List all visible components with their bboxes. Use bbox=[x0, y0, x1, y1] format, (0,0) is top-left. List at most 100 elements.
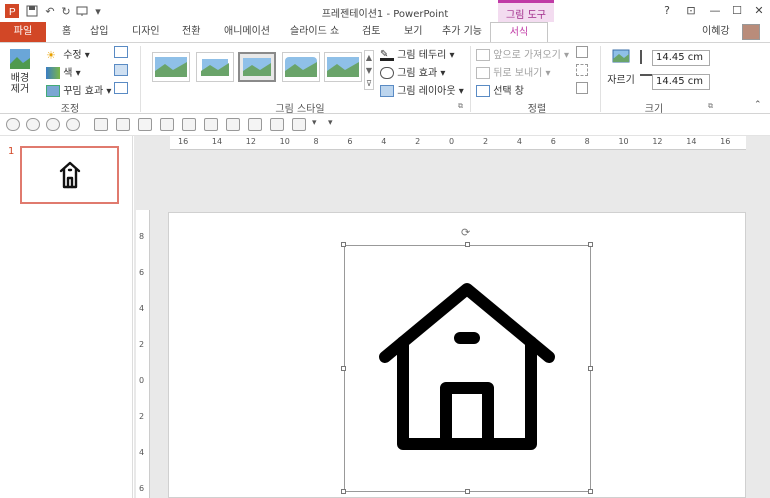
maximize-button[interactable]: ☐ bbox=[726, 2, 748, 20]
tab-home[interactable]: 홈 bbox=[60, 22, 73, 42]
tab-review[interactable]: 검토 bbox=[360, 22, 382, 42]
align-middle-icon[interactable] bbox=[160, 118, 174, 131]
width-icon bbox=[640, 74, 652, 84]
ruler-tick-label: 6 bbox=[139, 268, 145, 277]
tab-view[interactable]: 보기 bbox=[402, 22, 424, 42]
toolbar-customize-icon[interactable]: ▾ bbox=[328, 118, 333, 128]
picture-style-3-selected[interactable] bbox=[238, 52, 276, 82]
gallery-scroll[interactable]: ▲ ▼ ⊽ bbox=[364, 50, 374, 90]
dialog-launcher-icon[interactable]: ⧉ bbox=[458, 102, 463, 111]
send-backward-label: 뒤로 보내기 bbox=[493, 68, 543, 79]
ruler-tick-label: 10 bbox=[618, 137, 629, 146]
tab-slideshow[interactable]: 슬라이드 쇼 bbox=[288, 22, 341, 42]
effects-icon bbox=[380, 67, 394, 79]
avatar[interactable] bbox=[742, 24, 760, 40]
compress-pictures-icon[interactable] bbox=[114, 46, 128, 58]
align-bottom-icon[interactable] bbox=[204, 118, 218, 131]
corrections-button[interactable]: ☀ 수정 ▾ bbox=[46, 46, 90, 62]
selection-pane-icon bbox=[476, 85, 490, 97]
reset-picture-icon[interactable] bbox=[114, 82, 128, 94]
height-input[interactable]: 14.45 cm bbox=[652, 50, 710, 66]
send-backward-button[interactable]: 뒤로 보내기 ▾ bbox=[476, 64, 551, 79]
pen-icon: ✎ bbox=[380, 49, 394, 61]
picture-style-thumb-icon bbox=[285, 57, 317, 77]
rotate-handle-icon[interactable]: ⟳ bbox=[461, 226, 470, 239]
house-icon bbox=[379, 283, 555, 450]
align-icon[interactable] bbox=[576, 46, 588, 58]
picture-style-1[interactable] bbox=[152, 52, 190, 82]
picture-layout-button[interactable]: 그림 레이아웃 ▾ bbox=[380, 82, 464, 97]
tab-insert[interactable]: 삽입 bbox=[88, 22, 110, 42]
picture-style-2[interactable] bbox=[196, 52, 234, 82]
artistic-effects-button[interactable]: 꾸밈 효과 ▾ bbox=[46, 82, 111, 97]
align-top-icon[interactable] bbox=[182, 118, 196, 131]
remove-background-icon bbox=[10, 49, 30, 69]
distribute-icon[interactable] bbox=[116, 118, 130, 131]
sun-icon: ☀ bbox=[46, 49, 56, 62]
ruler-tick-label: 4 bbox=[516, 137, 522, 146]
shape-circle-icon[interactable] bbox=[66, 118, 80, 131]
tab-design[interactable]: 디자인 bbox=[130, 22, 162, 42]
layout-icon bbox=[380, 85, 394, 97]
shape-circle-icon[interactable] bbox=[6, 118, 20, 131]
picture-style-4[interactable] bbox=[282, 52, 320, 82]
tab-transitions[interactable]: 전환 bbox=[180, 22, 202, 42]
tab-file[interactable]: 파일 bbox=[0, 22, 46, 42]
dialog-launcher-icon[interactable]: ⧉ bbox=[708, 102, 713, 111]
ruler-tick-label: 4 bbox=[381, 137, 387, 146]
align-center-icon[interactable] bbox=[138, 118, 152, 131]
rotate-flip-icon[interactable] bbox=[292, 118, 306, 131]
context-group-picture-tools: 그림 도구 bbox=[498, 0, 554, 22]
change-picture-icon[interactable] bbox=[114, 64, 128, 76]
tab-format[interactable]: 서식 bbox=[490, 22, 548, 43]
toolbar-more-icon[interactable]: ▾ bbox=[312, 118, 317, 128]
ruler-tick-label: 10 bbox=[279, 137, 290, 146]
picture-effects-button[interactable]: 그림 효과 ▾ bbox=[380, 64, 445, 79]
align-left-icon[interactable] bbox=[226, 118, 240, 131]
title-bar: P ↶ ↻ ▾ 프레젠테이션1 - PowerPoint 그림 도구 ? ⊡ —… bbox=[0, 0, 770, 22]
group-icon[interactable] bbox=[576, 64, 588, 76]
align-right-icon[interactable] bbox=[248, 118, 262, 131]
group-separator bbox=[470, 46, 471, 112]
ribbon-display-button[interactable]: ⊡ bbox=[680, 2, 702, 20]
picture-style-5[interactable] bbox=[324, 52, 362, 82]
rotate-icon[interactable] bbox=[576, 82, 588, 94]
bring-forward-button[interactable]: 앞으로 가져오기 ▾ bbox=[476, 46, 569, 61]
close-button[interactable]: ✕ bbox=[748, 2, 770, 20]
picture-border-label: 그림 테두리 bbox=[397, 50, 447, 61]
help-button[interactable]: ? bbox=[656, 2, 678, 20]
remove-background-button[interactable]: 배경 제거 bbox=[6, 48, 34, 96]
slide-thumbnail-1[interactable] bbox=[20, 146, 119, 204]
ruler-tick-label: 16 bbox=[178, 137, 189, 146]
selection-pane-label: 선택 창 bbox=[493, 86, 524, 97]
slide-canvas[interactable]: ⟳ bbox=[168, 212, 746, 498]
artistic-effects-icon bbox=[46, 85, 60, 97]
horizontal-ruler: 16 14 12 10 8 6 4 2 0 2 4 6 8 10 12 14 16 bbox=[170, 136, 746, 150]
selection-pane-button[interactable]: 선택 창 bbox=[476, 82, 524, 97]
ruler-tick-label: 0 bbox=[139, 376, 145, 385]
width-input[interactable]: 14.45 cm bbox=[652, 74, 710, 90]
remove-background-label: 배경 제거 bbox=[10, 73, 30, 95]
shape-circle-icon[interactable] bbox=[26, 118, 40, 131]
tab-animations[interactable]: 애니메이션 bbox=[222, 22, 272, 42]
ruler-tick-label: 4 bbox=[139, 304, 145, 313]
color-icon bbox=[46, 67, 60, 79]
minimize-button[interactable]: — bbox=[704, 2, 726, 20]
group-label-adjust: 조정 bbox=[60, 104, 80, 115]
corrections-label: 수정 bbox=[63, 50, 82, 61]
tab-addins[interactable]: 추가 기능 bbox=[440, 22, 484, 42]
picture-border-button[interactable]: ✎ 그림 테두리 ▾ bbox=[380, 46, 455, 61]
ruler-tick-label: 2 bbox=[415, 137, 421, 146]
arrange-icon[interactable] bbox=[94, 118, 108, 131]
group-separator bbox=[140, 46, 141, 112]
distribute-horizontal-icon[interactable] bbox=[270, 118, 284, 131]
user-name[interactable]: 이혜강 bbox=[700, 22, 732, 42]
collapse-ribbon-icon[interactable]: ⌃ bbox=[754, 100, 762, 110]
group-label-arrange: 정렬 bbox=[527, 104, 547, 115]
ruler-tick-label: 4 bbox=[139, 448, 145, 457]
color-button[interactable]: 색 ▾ bbox=[46, 64, 81, 79]
crop-icon bbox=[612, 49, 630, 63]
shape-circle-icon[interactable] bbox=[46, 118, 60, 131]
crop-button[interactable]: 자르기 bbox=[606, 48, 636, 92]
picture-style-thumb-icon bbox=[155, 57, 187, 77]
